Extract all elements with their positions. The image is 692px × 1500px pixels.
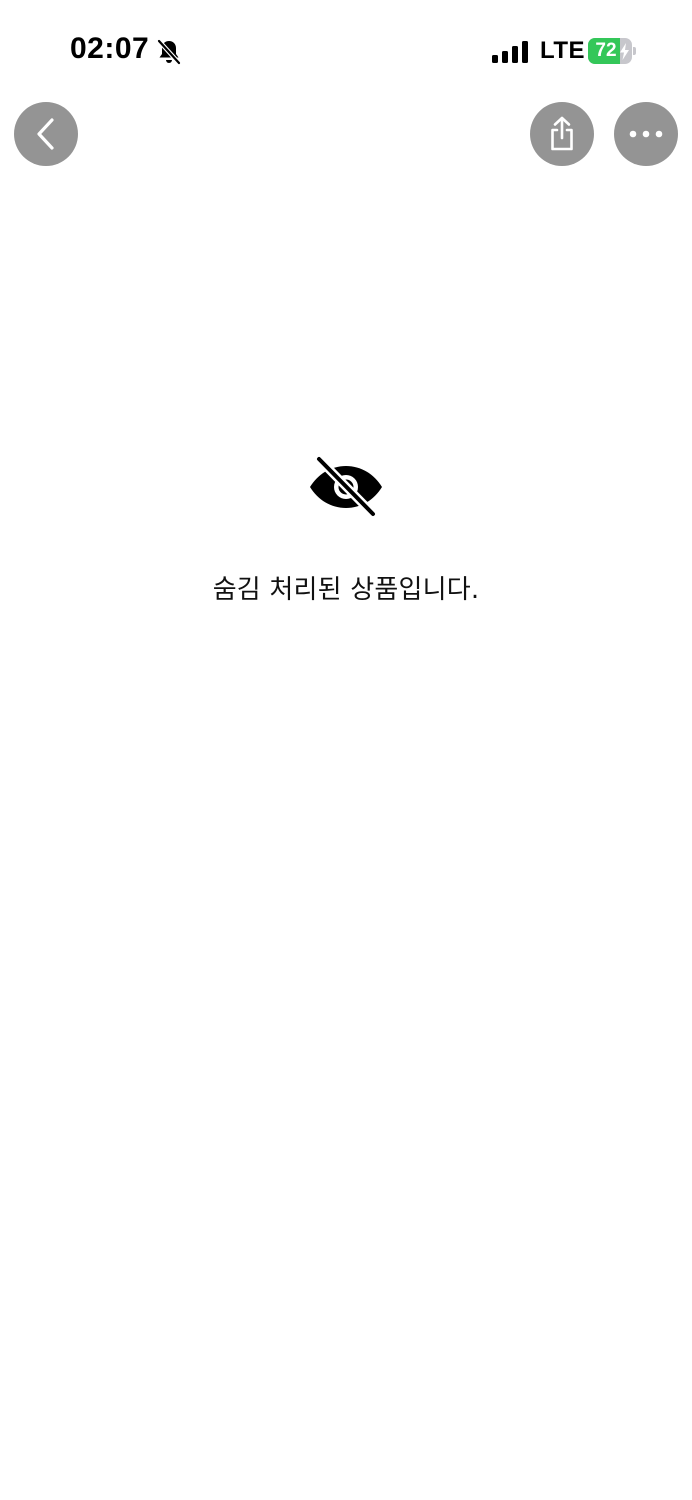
network-type-label: LTE bbox=[540, 37, 586, 64]
battery-indicator: 72 bbox=[588, 38, 636, 64]
nav-bar bbox=[0, 100, 692, 170]
eye-slash-icon bbox=[310, 455, 382, 517]
hidden-product-message: 숨김 처리된 상품입니다. bbox=[212, 575, 480, 605]
battery-body: 72 bbox=[588, 38, 632, 64]
share-button[interactable] bbox=[530, 102, 594, 166]
status-time: 02:07 bbox=[70, 32, 150, 65]
share-icon bbox=[551, 116, 573, 151]
more-options-button[interactable] bbox=[614, 102, 678, 166]
battery-nub bbox=[633, 47, 636, 55]
status-bar: 02:07 LTE 72 bbox=[0, 0, 692, 96]
bell-slash-icon bbox=[156, 38, 182, 66]
chevron-left-icon bbox=[37, 118, 54, 150]
bolt-icon bbox=[620, 43, 629, 60]
back-button[interactable] bbox=[14, 102, 78, 166]
ellipsis-icon bbox=[629, 130, 663, 138]
cellular-signal-icon bbox=[492, 41, 528, 63]
hidden-product-screen: 02:07 LTE 72 숨김 처리된 상품입니다. bbox=[0, 0, 692, 1500]
hidden-product-notice: 숨김 처리된 상품입니다. bbox=[0, 455, 692, 606]
